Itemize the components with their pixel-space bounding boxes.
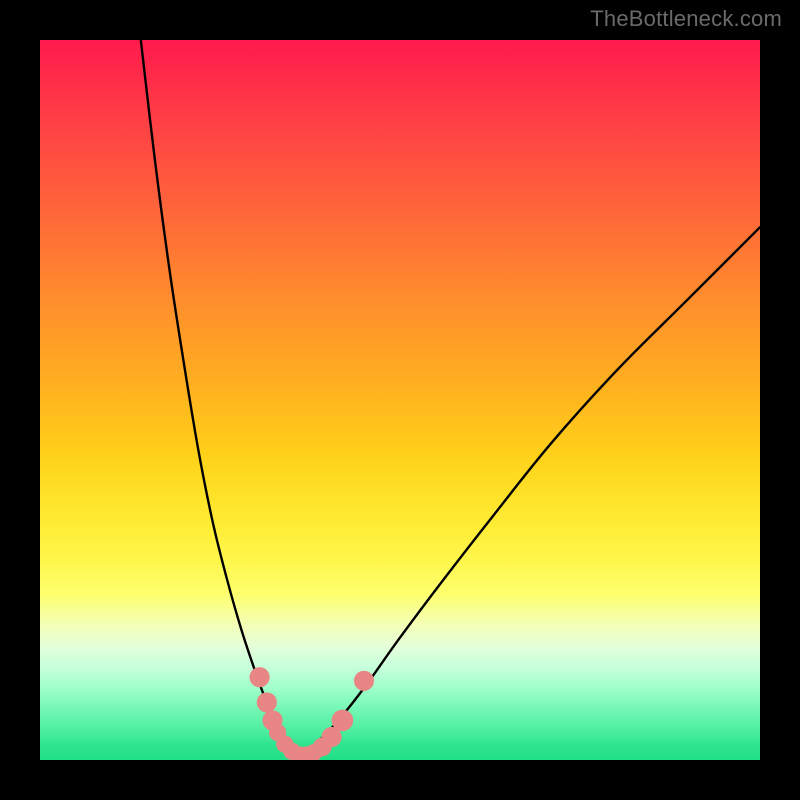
highlight-dot — [332, 710, 354, 732]
highlight-dot — [354, 671, 374, 691]
watermark-text: TheBottleneck.com — [590, 6, 782, 32]
highlight-dot — [257, 692, 277, 712]
curve-left-branch — [141, 40, 299, 756]
highlight-dot — [250, 667, 270, 687]
chart-frame: TheBottleneck.com — [0, 0, 800, 800]
curve-layer — [40, 40, 760, 760]
highlight-dots-group — [250, 667, 375, 760]
plot-area — [40, 40, 760, 760]
